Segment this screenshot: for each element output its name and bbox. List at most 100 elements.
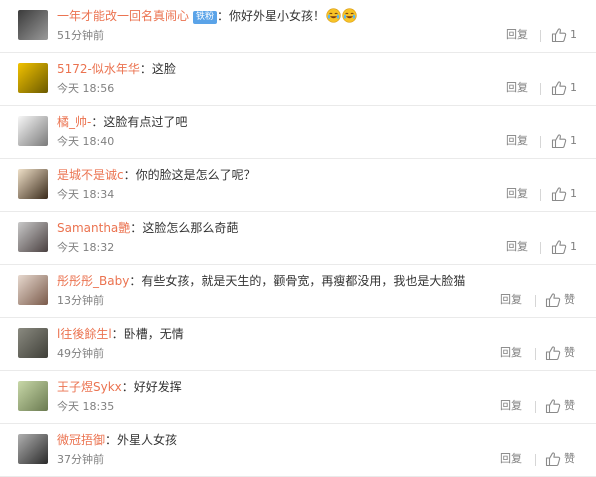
comment-text: 这脸有点过了吧: [103, 115, 188, 129]
thumbs-up-icon: [551, 187, 567, 202]
colon-separator: ：: [111, 327, 124, 341]
like-count: 赞: [564, 399, 575, 412]
comment-time: 今天 18:40: [57, 135, 115, 148]
comment-line: 微冠捂御：外星人女孩: [57, 432, 177, 448]
thumbs-up-icon: [551, 28, 567, 43]
colon-separator: ：: [130, 221, 143, 235]
comment-time: 今天 18:56: [57, 82, 115, 95]
comment-text: 外星人女孩: [117, 433, 178, 447]
colon-separator: ：: [129, 274, 142, 288]
colon-separator: ：: [91, 115, 104, 129]
comment-time: 今天 18:32: [57, 241, 115, 254]
comment-line: 王子煜Sykx：好好发挥: [57, 379, 182, 395]
divider: [535, 401, 536, 413]
username-link[interactable]: l往後餘生l: [57, 327, 112, 341]
reply-button[interactable]: 回复: [500, 346, 522, 360]
reply-button[interactable]: 回复: [500, 293, 522, 307]
like-count: 1: [570, 81, 577, 94]
fan-badge: 铁粉: [193, 11, 218, 24]
colon-separator: ：: [139, 62, 152, 76]
comment-item: 微冠捂御：外星人女孩 37分钟前 回复 赞: [0, 424, 596, 477]
thumbs-up-icon: [551, 240, 567, 255]
laugh-cry-icon: [342, 8, 357, 23]
comment-time: 49分钟前: [57, 347, 104, 360]
avatar[interactable]: [18, 275, 48, 305]
divider: [540, 242, 541, 254]
comment-time: 今天 18:34: [57, 188, 115, 201]
username-link[interactable]: 一年才能改一回名真闹心: [57, 9, 189, 23]
comment-time: 37分钟前: [57, 453, 104, 466]
comment-item: Samantha艷：这脸怎么那么奇葩 今天 18:32 回复 1: [0, 212, 596, 265]
thumbs-up-icon: [545, 293, 561, 308]
thumbs-up-icon: [545, 399, 561, 414]
comment-line: Samantha艷：这脸怎么那么奇葩: [57, 220, 238, 236]
avatar[interactable]: [18, 328, 48, 358]
comment-line: 5172-似水年华：这脸: [57, 61, 176, 77]
avatar[interactable]: [18, 116, 48, 146]
comment-text: 这脸: [151, 62, 176, 76]
comment-text: 这脸怎么那么奇葩: [142, 221, 239, 235]
comment-text: 有些女孩，就是天生的，颧骨宽，再瘦都没用，我也是大脸猫: [141, 274, 466, 288]
like-count: 1: [570, 240, 577, 253]
username-link[interactable]: 微冠捂御: [57, 433, 105, 447]
avatar[interactable]: [18, 222, 48, 252]
comment-line: 橘_帅-：这脸有点过了吧: [57, 114, 187, 130]
divider: [540, 136, 541, 148]
comment-item: 是城不是诚c：你的脸这是怎么了呢？ 今天 18:34 回复 1: [0, 159, 596, 212]
comment-time: 51分钟前: [57, 29, 104, 42]
avatar[interactable]: [18, 434, 48, 464]
comment-time: 今天 18:35: [57, 400, 115, 413]
laugh-cry-icon: [326, 8, 341, 23]
like-count: 1: [570, 28, 577, 41]
reply-button[interactable]: 回复: [506, 240, 528, 254]
divider: [535, 295, 536, 307]
username-link[interactable]: 橘_帅-: [57, 115, 91, 129]
avatar[interactable]: [18, 381, 48, 411]
reply-button[interactable]: 回复: [506, 28, 528, 42]
username-link[interactable]: 王子煜Sykx: [57, 380, 122, 394]
avatar[interactable]: [18, 63, 48, 93]
comment-list: 一年才能改一回名真闹心 铁粉 ：你好外星小女孩！ 51分钟前 回复 1 5172-似水年华：…: [0, 0, 596, 477]
colon-separator: ：: [123, 168, 136, 182]
like-count: 赞: [564, 293, 575, 306]
comment-text: 卧槽，无情: [123, 327, 184, 341]
comment-item: 王子煜Sykx：好好发挥 今天 18:35 回复 赞: [0, 371, 596, 424]
divider: [540, 83, 541, 95]
comment-text: 好好发挥: [133, 380, 182, 394]
reply-button[interactable]: 回复: [506, 187, 528, 201]
avatar[interactable]: [18, 169, 48, 199]
comment-line: 是城不是诚c：你的脸这是怎么了呢？: [57, 167, 256, 183]
comment-item: 彤彤彤_Baby：有些女孩，就是天生的，颧骨宽，再瘦都没用，我也是大脸猫 13分钟…: [0, 265, 596, 318]
comment-line: l往後餘生l：卧槽，无情: [57, 326, 184, 342]
divider: [540, 30, 541, 42]
comment-item: 一年才能改一回名真闹心 铁粉 ：你好外星小女孩！ 51分钟前 回复 1: [0, 0, 596, 53]
thumbs-up-icon: [551, 81, 567, 96]
username-link[interactable]: 是城不是诚c: [57, 168, 124, 182]
username-link[interactable]: 5172-似水年华: [57, 62, 140, 76]
colon-separator: ：: [105, 433, 118, 447]
reply-button[interactable]: 回复: [500, 452, 522, 466]
like-count: 1: [570, 187, 577, 200]
comment-line: 彤彤彤_Baby：有些女孩，就是天生的，颧骨宽，再瘦都没用，我也是大脸猫: [57, 273, 465, 289]
divider: [535, 454, 536, 466]
like-count: 赞: [564, 346, 575, 359]
comment-item: l往後餘生l：卧槽，无情 49分钟前 回复 赞: [0, 318, 596, 371]
comment-text: 你的脸这是怎么了呢？: [135, 168, 256, 182]
divider: [535, 348, 536, 360]
comment-line: 一年才能改一回名真闹心 铁粉 ：你好外星小女孩！: [57, 8, 357, 24]
thumbs-up-icon: [551, 134, 567, 149]
thumbs-up-icon: [545, 452, 561, 467]
reply-button[interactable]: 回复: [506, 81, 528, 95]
comment-item: 橘_帅-：这脸有点过了吧 今天 18:40 回复 1: [0, 106, 596, 159]
thumbs-up-icon: [545, 346, 561, 361]
reply-button[interactable]: 回复: [506, 134, 528, 148]
avatar[interactable]: [18, 10, 48, 40]
comment-time: 13分钟前: [57, 294, 104, 307]
reply-button[interactable]: 回复: [500, 399, 522, 413]
colon-separator: ：: [217, 9, 230, 23]
divider: [540, 189, 541, 201]
comment-item: 5172-似水年华：这脸 今天 18:56 回复 1: [0, 53, 596, 106]
username-link[interactable]: 彤彤彤_Baby: [57, 274, 129, 288]
colon-separator: ：: [121, 380, 134, 394]
username-link[interactable]: Samantha艷: [57, 221, 130, 235]
